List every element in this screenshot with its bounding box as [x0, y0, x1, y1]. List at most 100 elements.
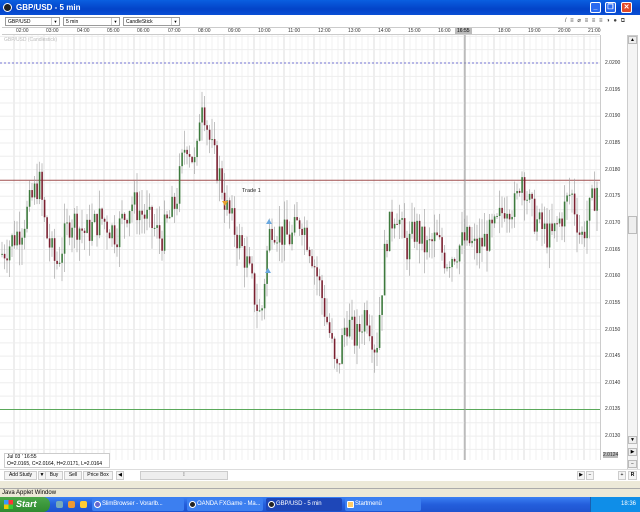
- task-startmenu[interactable]: Startmenü: [345, 498, 421, 511]
- time-label: 19:00: [528, 28, 541, 34]
- price-label: 2.0140: [605, 379, 621, 386]
- zoom-out-button[interactable]: −: [586, 471, 594, 480]
- time-label: 10:00: [258, 28, 271, 34]
- candle-body: [178, 166, 181, 204]
- candle-body: [98, 208, 101, 236]
- candle-body: [28, 190, 31, 207]
- candle-body: [463, 232, 466, 241]
- price-label: 2.0155: [605, 299, 621, 306]
- task-label: SlimBrowser - Vorarlb...: [102, 501, 163, 507]
- candle-body: [371, 336, 373, 350]
- candle-body: [218, 168, 221, 181]
- candle-body: [173, 196, 176, 209]
- interval-select[interactable]: 5 min ▼: [63, 17, 120, 26]
- candle-body: [316, 267, 318, 277]
- scroll-left-button[interactable]: ◀: [116, 471, 124, 480]
- candle-body: [271, 228, 273, 240]
- candle-body: [48, 238, 51, 248]
- candle-body: [193, 157, 196, 163]
- quicklaunch-icon[interactable]: [80, 501, 87, 508]
- candle-body: [146, 209, 148, 219]
- candle-body: [333, 338, 336, 359]
- add-study-button[interactable]: Add Study: [4, 471, 37, 480]
- candle-body: [241, 235, 243, 247]
- candle-body: [426, 240, 428, 253]
- task-oanda-fxgame[interactable]: OANDA FXGame - Ma...: [187, 498, 263, 511]
- candle-body: [456, 261, 458, 263]
- candle-body: [376, 347, 378, 353]
- task-label: Startmenü: [355, 501, 382, 507]
- candle-body: [31, 190, 33, 198]
- candle-body: [168, 216, 171, 219]
- candle-body: [286, 219, 288, 235]
- chevron-down-icon: ▼: [51, 18, 59, 25]
- candle-body: [416, 220, 418, 242]
- task-slimbrowser[interactable]: SlimBrowser - Vorarlb...: [92, 498, 184, 511]
- candle-body: [93, 213, 96, 223]
- candle-body: [513, 193, 516, 217]
- candle-body: [551, 223, 553, 232]
- start-label: Start: [16, 499, 37, 509]
- candle-body: [358, 323, 361, 332]
- candle-body: [303, 227, 306, 235]
- zoom-in-button[interactable]: +: [618, 471, 626, 480]
- candle-body: [466, 226, 468, 241]
- instrument-select[interactable]: GBP/USD ▼: [5, 17, 60, 26]
- candle-body: [186, 149, 188, 155]
- minimize-button[interactable]: _: [590, 2, 601, 13]
- scroll-right-button[interactable]: ▶: [577, 471, 585, 480]
- price-chart[interactable]: GBP/USD (Candlestick) Trade 1: [0, 35, 600, 460]
- candle-body: [413, 221, 416, 242]
- candle-body: [566, 195, 568, 202]
- candle-body: [438, 235, 441, 238]
- trade-label: Trade 1: [242, 188, 261, 194]
- candle-body: [421, 226, 423, 244]
- candle-body: [236, 234, 238, 249]
- horizontal-scrollbar[interactable]: ⁞: [140, 471, 228, 480]
- scroll-right-button[interactable]: ▶: [628, 448, 637, 456]
- candle-body: [128, 211, 131, 224]
- app-icon: [268, 501, 275, 508]
- candle-body: [248, 256, 251, 264]
- candle-body: [501, 207, 503, 214]
- candle-body: [471, 240, 473, 244]
- candle-body: [478, 237, 481, 254]
- candle-body: [308, 249, 311, 257]
- candle-body: [536, 219, 538, 232]
- task-gbpusd[interactable]: GBP/USD - 5 min: [266, 498, 342, 511]
- candle-body: [81, 228, 83, 231]
- browser-icon[interactable]: [68, 501, 75, 508]
- sell-button[interactable]: Sell: [64, 471, 82, 480]
- maximize-button[interactable]: ❐: [605, 2, 616, 13]
- reset-button[interactable]: R: [628, 471, 637, 480]
- candle-body: [403, 218, 406, 238]
- candle-body: [578, 232, 581, 235]
- show-desktop-icon[interactable]: [56, 501, 63, 508]
- candle-body: [76, 213, 78, 240]
- price-box-button[interactable]: Price Box: [83, 471, 113, 480]
- vertical-scrollbar[interactable]: ▲ ▼ ▶ −: [627, 35, 638, 470]
- candle-body: [36, 183, 38, 200]
- start-button[interactable]: Start: [0, 497, 50, 512]
- candle-body: [443, 252, 446, 269]
- drawing-tools[interactable]: / ≡ ⌀ ≡ ≡ ≡ ◑ ● ⧉: [565, 17, 626, 25]
- buy-button[interactable]: Buy: [45, 471, 63, 480]
- zoom-out-button[interactable]: −: [628, 460, 637, 468]
- candle-body: [126, 219, 128, 224]
- price-label: 2.0195: [605, 86, 621, 93]
- scroll-thumb[interactable]: [628, 216, 637, 234]
- candle-body: [361, 331, 363, 333]
- candle-body: [343, 327, 346, 336]
- chart-legend: GBP/USD (Candlestick): [4, 37, 57, 43]
- candle-body: [66, 222, 68, 224]
- candle-body: [548, 223, 551, 248]
- chart-type-select[interactable]: CandleStick ▼: [123, 17, 180, 26]
- candle-body: [23, 228, 26, 238]
- candle-body: [156, 225, 158, 228]
- scroll-up-button[interactable]: ▲: [628, 36, 637, 44]
- scroll-down-button[interactable]: ▼: [628, 436, 637, 444]
- candle-body: [448, 267, 451, 269]
- candle-body: [293, 217, 296, 233]
- close-button[interactable]: ✕: [621, 2, 632, 13]
- candle-body: [21, 237, 23, 245]
